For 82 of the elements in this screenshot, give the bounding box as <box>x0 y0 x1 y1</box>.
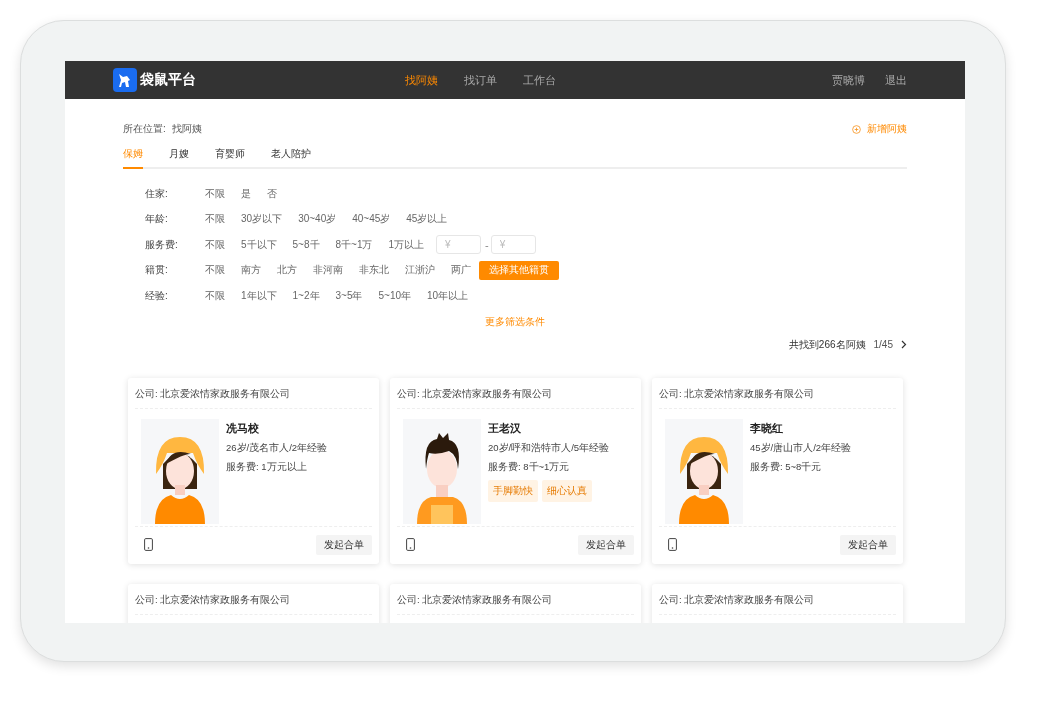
filter-option[interactable]: 是 <box>241 186 251 201</box>
company-name: 公司: 北京爱浓情家政服务有限公司 <box>135 377 372 409</box>
filter-option[interactable]: 30岁以下 <box>241 212 283 227</box>
worker-name: 王老汉 <box>488 420 522 436</box>
filter-option[interactable]: 否 <box>267 186 277 201</box>
merge-order-button[interactable]: 发起合单 <box>840 534 896 555</box>
filter-option[interactable]: 30~40岁 <box>298 212 337 227</box>
worker-name: 李晓红 <box>750 420 784 436</box>
worker-details: 45岁/唐山市人/2年经验 <box>750 441 852 455</box>
breadcrumb-link[interactable]: 找阿姨 <box>171 122 202 136</box>
filter-option[interactable]: 非东北 <box>359 263 389 278</box>
filter-label: 服务费: <box>145 237 179 252</box>
filter-label: 年龄: <box>145 212 169 227</box>
logout-link[interactable]: 退出 <box>885 72 907 88</box>
filter-option[interactable]: 5千以下 <box>241 237 277 252</box>
merge-order-button[interactable]: 发起合单 <box>316 534 372 555</box>
trait-tag: 细心认真 <box>542 479 592 502</box>
min-price-field[interactable]: ¥ <box>436 235 482 255</box>
merge-order-button[interactable]: 发起合单 <box>578 534 634 555</box>
range-separator: - <box>485 238 489 251</box>
worker-card[interactable]: 公司: 北京爱浓情家政服务有限公司 <box>390 583 641 623</box>
company-name: 公司: 北京爱浓情家政服务有限公司 <box>659 377 896 409</box>
filter-option[interactable]: 5~8千 <box>292 237 320 252</box>
filter-option[interactable]: 1~2年 <box>292 288 320 303</box>
avatar-figure-icon <box>141 418 219 524</box>
nav-link[interactable]: 工作台 <box>523 72 556 88</box>
filter-option[interactable]: 两广 <box>451 263 471 278</box>
filter-option[interactable]: 5~10年 <box>378 288 412 303</box>
company-name: 公司: 北京爱浓情家政服务有限公司 <box>135 583 372 615</box>
service-fee: 服务费: 5~8千元 <box>750 460 823 474</box>
filter-option[interactable]: 8千~1万 <box>335 237 373 252</box>
nav-link[interactable]: 找订单 <box>464 72 497 88</box>
filter-option[interactable]: 不限 <box>205 263 225 278</box>
category-tab[interactable]: 月嫂 <box>169 142 189 169</box>
filter-option[interactable]: 不限 <box>205 288 225 303</box>
next-page-icon[interactable] <box>901 340 907 349</box>
worker-name: 冼马校 <box>226 420 260 436</box>
avatar-figure-icon <box>403 418 481 524</box>
filter-option[interactable]: 1年以下 <box>241 288 277 303</box>
filter-option[interactable]: 不限 <box>205 212 225 227</box>
filter-option[interactable]: 1万以上 <box>388 237 425 252</box>
worker-details: 20岁/呼和浩特市人/5年经验 <box>488 441 610 455</box>
company-name: 公司: 北京爱浓情家政服务有限公司 <box>659 583 896 615</box>
filter-option[interactable]: 40~45岁 <box>352 212 391 227</box>
phone-icon[interactable] <box>406 538 415 551</box>
trait-tag: 手脚勤快 <box>488 479 538 502</box>
filter-option[interactable]: 北方 <box>277 263 297 278</box>
worker-card[interactable]: 公司: 北京爱浓情家政服务有限公司 <box>128 583 379 623</box>
filter-option[interactable]: 不限 <box>205 186 225 201</box>
filter-option[interactable]: 非河南 <box>313 263 343 278</box>
plus-circle-icon <box>852 124 861 134</box>
avatar-figure-icon <box>665 418 743 524</box>
page-indicator: 1/45 <box>873 339 893 350</box>
filter-label: 住家: <box>145 186 169 201</box>
max-price-field[interactable]: ¥ <box>490 235 536 255</box>
category-tab[interactable]: 老人陪护 <box>271 142 311 169</box>
filter-option[interactable]: 45岁以上 <box>406 212 448 227</box>
filter-option[interactable]: 不限 <box>205 237 225 252</box>
breadcrumb-label: 所在位置: <box>123 122 166 136</box>
worker-card[interactable]: 公司: 北京爱浓情家政服务有限公司 李晓红 45岁/唐山市人/2年经验 服务费: 5~8千元 发起合单 <box>652 377 903 564</box>
service-fee: 服务费: 8千~1万元 <box>488 460 571 474</box>
filter-label: 籍贯: <box>145 263 169 278</box>
user-name-link[interactable]: 贾晓博 <box>832 72 865 88</box>
category-tab[interactable]: 育婴师 <box>215 142 245 169</box>
service-fee: 服务费: 1万元以上 <box>226 460 308 474</box>
filter-option[interactable]: 3~5年 <box>335 288 363 303</box>
company-name: 公司: 北京爱浓情家政服务有限公司 <box>397 583 634 615</box>
filter-label: 经验: <box>145 288 169 303</box>
kangaroo-logo-icon <box>113 68 137 92</box>
worker-details: 26岁/茂名市人/2年经验 <box>226 441 328 455</box>
company-name: 公司: 北京爱浓情家政服务有限公司 <box>397 377 634 409</box>
result-count: 共找到266名阿姨 <box>788 337 866 352</box>
filter-option[interactable]: 10年以上 <box>427 288 469 303</box>
filter-option[interactable]: 江浙沪 <box>405 263 435 278</box>
phone-icon[interactable] <box>144 538 153 551</box>
worker-card[interactable]: 公司: 北京爱浓情家政服务有限公司 冼马校 26岁/茂名市人/2年经验 服务费: 1万元以上 发起合单 <box>128 377 379 564</box>
phone-icon[interactable] <box>668 538 677 551</box>
filter-option[interactable]: 南方 <box>241 263 261 278</box>
worker-card[interactable]: 公司: 北京爱浓情家政服务有限公司 王老汉 20岁/呼和浩特市人/5年经验 服务费: 8千~1万元 手脚勤快 细心认真 发起合单 <box>390 377 641 564</box>
worker-card[interactable]: 公司: 北京爱浓情家政服务有限公司 <box>652 583 903 623</box>
nav-link[interactable]: 找阿姨 <box>405 72 438 88</box>
logo-text: 袋鼠平台 <box>140 71 196 89</box>
